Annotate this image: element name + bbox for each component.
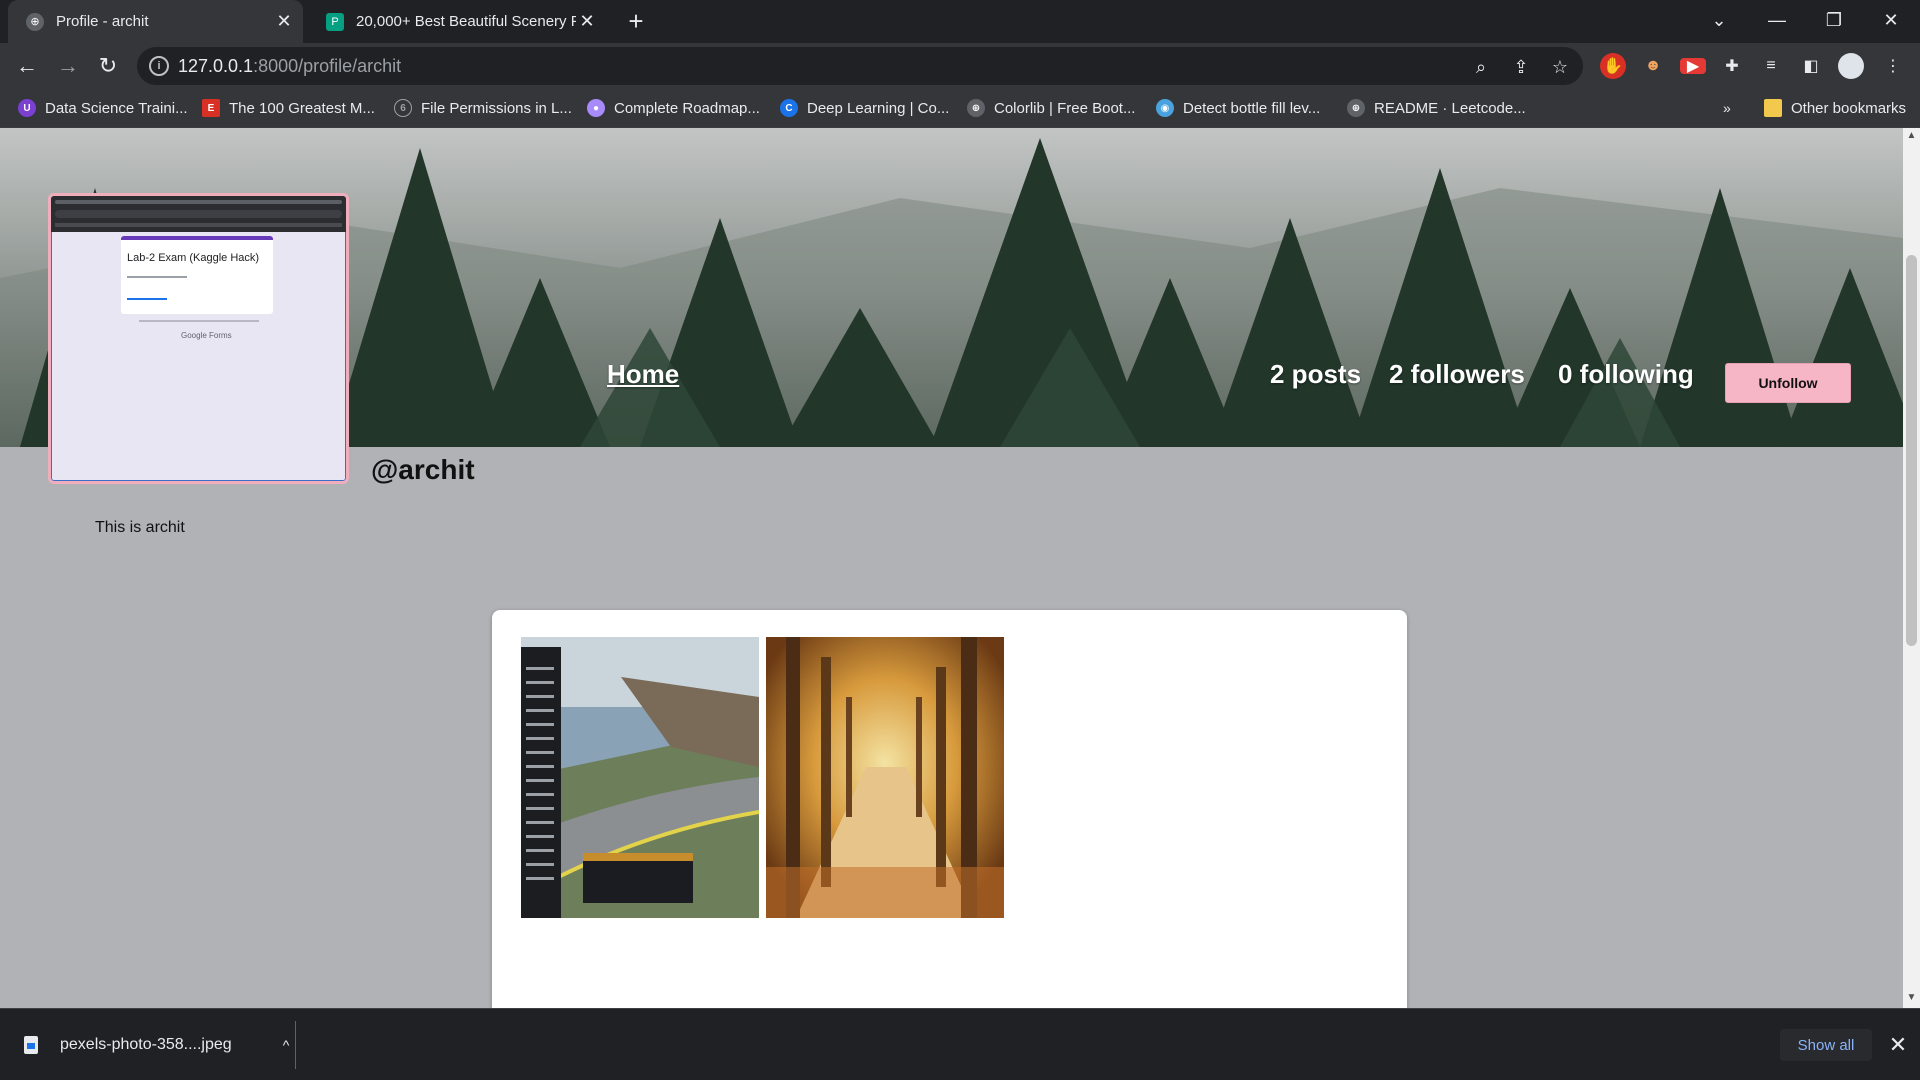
share-icon[interactable]: ⇪: [1509, 55, 1533, 79]
profile-handle: @archit: [371, 454, 475, 485]
bookmark-label: Complete Roadmap...: [614, 99, 760, 117]
extension-stop-icon[interactable]: ✋: [1600, 53, 1626, 79]
bookmark-item[interactable]: E The 100 Greatest M...: [202, 96, 375, 120]
bookmark-star-icon[interactable]: ☆: [1548, 55, 1572, 79]
download-shelf: pexels-photo-358....jpeg ^ Show all ✕: [0, 1008, 1920, 1080]
scroll-up-icon[interactable]: ▲: [1906, 130, 1917, 141]
browser-toolbar: ← → ↻ i 127.0.0.1:8000/profile/archit ⌕ …: [0, 43, 1920, 88]
tab-title: Profile - archit: [56, 13, 149, 30]
side-panel-icon[interactable]: ◧: [1798, 53, 1824, 79]
forward-button[interactable]: →: [52, 50, 84, 82]
coursera-icon: C: [780, 99, 798, 117]
site-info-icon[interactable]: i: [149, 56, 169, 76]
posts-count: 2 posts: [1270, 359, 1362, 389]
new-tab-button[interactable]: +: [622, 8, 650, 36]
form-title: Lab-2 Exam (Kaggle Hack): [127, 252, 260, 264]
tab-profile[interactable]: ⊕ Profile - archit ✕: [8, 0, 303, 43]
pexels-icon: P: [326, 12, 344, 31]
restore-button[interactable]: ❐: [1806, 0, 1862, 40]
close-icon[interactable]: ✕: [1886, 1031, 1910, 1059]
bookmark-item[interactable]: 6 File Permissions in L...: [394, 96, 572, 120]
autumn-path-image: [766, 637, 1004, 918]
tab-strip: ⊕ Profile - archit ✕ P 20,000+ Best Beau…: [0, 0, 1920, 43]
race-track-image: [521, 637, 759, 918]
media-control-icon[interactable]: ≡: [1758, 53, 1784, 79]
bookmark-label: Deep Learning | Co...: [807, 99, 950, 117]
minimize-button[interactable]: —: [1749, 0, 1805, 40]
globe-icon: ⊕: [967, 99, 985, 117]
bookmark-label: README · Leetcode...: [1374, 99, 1526, 117]
tab-title: 20,000+ Best Beautiful Scenery P: [356, 13, 576, 30]
mini-browser-chrome: [51, 196, 346, 232]
file-icon: 6: [394, 99, 412, 117]
scroll-down-icon[interactable]: ▼: [1906, 992, 1917, 1003]
zoom-icon[interactable]: ⌕: [1469, 55, 1493, 79]
tab-search-icon[interactable]: ⌄: [1691, 0, 1747, 40]
bookmark-label: File Permissions in L...: [421, 99, 572, 117]
data-science-icon: U: [18, 99, 36, 117]
reload-button[interactable]: ↻: [92, 50, 124, 82]
bookmark-label: The 100 Greatest M...: [229, 99, 375, 117]
folder-icon: [1764, 99, 1782, 117]
bookmark-item[interactable]: C Deep Learning | Co...: [780, 96, 949, 120]
bookmark-label: Colorlib | Free Boot...: [994, 99, 1136, 117]
image-file-icon: [24, 1036, 38, 1054]
bookmark-label: Data Science Traini...: [45, 99, 188, 117]
bookmarks-overflow-button[interactable]: »: [1723, 96, 1731, 120]
page-viewport: Home 2 posts 2 followers 0 following Unf…: [0, 128, 1903, 1008]
extensions-puzzle-icon[interactable]: ✚: [1719, 53, 1745, 79]
address-bar[interactable]: i 127.0.0.1:8000/profile/archit ⌕ ⇪ ☆: [137, 47, 1583, 85]
show-all-button[interactable]: Show all: [1780, 1029, 1872, 1061]
scrollbar-thumb[interactable]: [1906, 255, 1917, 646]
eye-icon: ◉: [1156, 99, 1174, 117]
following-count[interactable]: 0 following: [1558, 359, 1694, 390]
extension-video-icon[interactable]: ▶: [1680, 58, 1706, 75]
bookmark-item[interactable]: ⊕ README · Leetcode...: [1347, 96, 1526, 120]
profile-picture: Lab-2 Exam (Kaggle Hack) Google Forms: [48, 193, 349, 484]
tab-pexels[interactable]: P 20,000+ Best Beautiful Scenery P ✕: [314, 0, 604, 43]
post-thumbnail[interactable]: [766, 637, 1004, 918]
divider: [295, 1021, 296, 1069]
address-url[interactable]: 127.0.0.1:8000/profile/archit: [178, 56, 401, 77]
other-bookmarks-label: Other bookmarks: [1791, 99, 1907, 117]
profile-avatar-icon[interactable]: [1838, 53, 1864, 79]
bookmark-item[interactable]: U Data Science Traini...: [18, 96, 188, 120]
extension-cat-icon[interactable]: ☻: [1640, 53, 1666, 79]
followers-count[interactable]: 2 followers: [1389, 359, 1525, 390]
window-close-button[interactable]: ✕: [1863, 0, 1919, 40]
chevron-up-icon[interactable]: ^: [276, 1037, 296, 1053]
unfollow-button[interactable]: Unfollow: [1725, 363, 1851, 403]
other-bookmarks[interactable]: Other bookmarks: [1764, 96, 1906, 120]
bookmark-label: Detect bottle fill lev...: [1183, 99, 1321, 117]
form-card: Lab-2 Exam (Kaggle Hack): [121, 236, 273, 314]
download-filename: pexels-photo-358....jpeg: [60, 1036, 232, 1053]
close-icon[interactable]: ✕: [576, 11, 598, 33]
bookmark-item[interactable]: ⊕ Colorlib | Free Boot...: [967, 96, 1135, 120]
menu-kebab-icon[interactable]: ⋮: [1880, 53, 1906, 79]
roadmap-icon: ●: [587, 99, 605, 117]
globe-icon: ⊕: [26, 12, 44, 31]
download-item[interactable]: pexels-photo-358....jpeg ^: [24, 1025, 296, 1065]
e-icon: E: [202, 99, 220, 117]
bookmark-item[interactable]: ◉ Detect bottle fill lev...: [1156, 96, 1320, 120]
bookmarks-bar: U Data Science Traini... E The 100 Great…: [0, 88, 1920, 128]
google-forms-label: Google Forms: [181, 331, 232, 340]
post-thumbnail[interactable]: [521, 637, 759, 918]
page-scrollbar[interactable]: ▲ ▼: [1903, 128, 1920, 1008]
globe-icon: ⊕: [1347, 99, 1365, 117]
home-link[interactable]: Home: [607, 359, 679, 390]
profile-bio: This is archit: [95, 519, 185, 536]
close-icon[interactable]: ✕: [273, 11, 295, 33]
bookmark-item[interactable]: ● Complete Roadmap...: [587, 96, 760, 120]
back-button[interactable]: ←: [11, 50, 43, 82]
posts-grid: [492, 610, 1407, 1008]
